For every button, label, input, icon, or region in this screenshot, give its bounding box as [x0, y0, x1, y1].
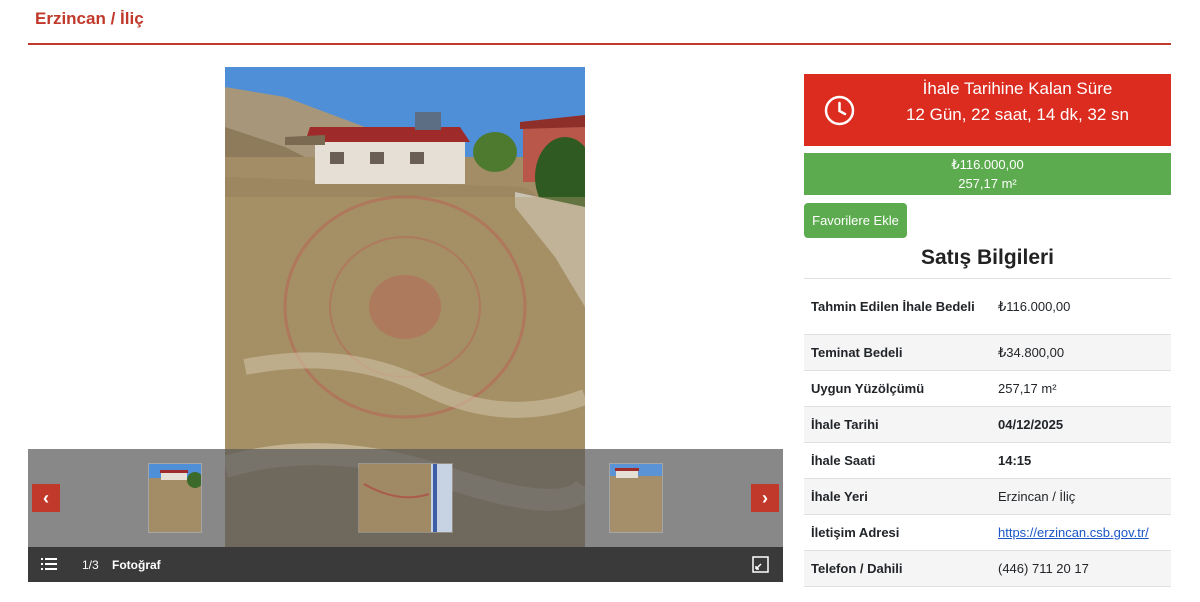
fullscreen-icon[interactable] — [752, 556, 769, 573]
thumbnail-photo-2[interactable] — [358, 463, 453, 533]
auction-countdown: İhale Tarihine Kalan Süre 12 Gün, 22 saa… — [804, 74, 1171, 146]
row-label: Telefon / Dahili — [804, 550, 991, 587]
row-value: 14:15 — [991, 442, 1171, 479]
add-to-favorites-button[interactable]: Favorilere Ekle — [804, 203, 907, 238]
table-row: Tahmin Edilen İhale Bedeli ₺116.000,00 — [804, 278, 1171, 335]
table-row: İhale Tarihi 04/12/2025 — [804, 406, 1171, 443]
table-row: Telefon / Dahili (446) 711 20 17 — [804, 550, 1171, 587]
table-row: İletişim Adresi https://erzincan.csb.gov… — [804, 514, 1171, 551]
row-value: ₺116.000,00 — [991, 278, 1171, 335]
row-value: 04/12/2025 — [991, 406, 1171, 443]
row-label: Tahmin Edilen İhale Bedeli — [804, 278, 991, 335]
next-photo-button[interactable]: › — [751, 484, 779, 512]
photo-caption: Fotoğraf — [112, 558, 161, 572]
contact-address-link[interactable]: https://erzincan.csb.gov.tr/ — [998, 525, 1149, 540]
row-label: İletişim Adresi — [804, 514, 991, 551]
row-value: (446) 711 20 17 — [991, 550, 1171, 587]
thumbnail-photo-1[interactable] — [148, 463, 202, 533]
row-label: İhale Tarihi — [804, 406, 991, 443]
table-row: İhale Saati 14:15 — [804, 442, 1171, 479]
price-value: ₺116.000,00 — [951, 157, 1024, 172]
gallery-toolbar: 1/3 Fotoğraf — [28, 547, 783, 582]
row-value: Erzincan / İliç — [991, 478, 1171, 515]
price-summary: ₺116.000,00 257,17 m² — [804, 153, 1171, 195]
countdown-title: İhale Tarihine Kalan Süre — [922, 79, 1113, 98]
thumbnail-photo-3[interactable] — [609, 463, 663, 533]
clock-icon — [824, 95, 855, 126]
sales-info-title: Satış Bilgileri — [920, 246, 1055, 269]
row-label: Uygun Yüzölçümü — [804, 370, 991, 407]
row-label: İhale Saati — [804, 442, 991, 479]
area-value: 257,17 m² — [958, 176, 1017, 191]
previous-photo-button[interactable]: ‹ — [32, 484, 60, 512]
sales-info-table: Tahmin Edilen İhale Bedeli ₺116.000,00 T… — [804, 278, 1171, 587]
photo-counter: 1/3 — [82, 558, 99, 572]
photo-gallery: ‹ › 1/3 Fotoğraf — [28, 67, 783, 582]
list-icon[interactable] — [41, 558, 57, 571]
thumbnail-strip: ‹ › — [28, 449, 783, 547]
countdown-remaining: 12 Gün, 22 saat, 14 dk, 32 sn — [905, 105, 1130, 124]
table-row: Teminat Bedeli ₺34.800,00 — [804, 334, 1171, 371]
row-label: Teminat Bedeli — [804, 334, 991, 371]
page-title: Erzincan / İliç — [35, 9, 144, 28]
row-value: https://erzincan.csb.gov.tr/ — [991, 514, 1171, 551]
row-label: İhale Yeri — [804, 478, 991, 515]
table-row: Uygun Yüzölçümü 257,17 m² — [804, 370, 1171, 407]
row-value: 257,17 m² — [991, 370, 1171, 407]
table-row: İhale Yeri Erzincan / İliç — [804, 478, 1171, 515]
title-divider — [28, 43, 1171, 45]
row-value: ₺34.800,00 — [991, 334, 1171, 371]
